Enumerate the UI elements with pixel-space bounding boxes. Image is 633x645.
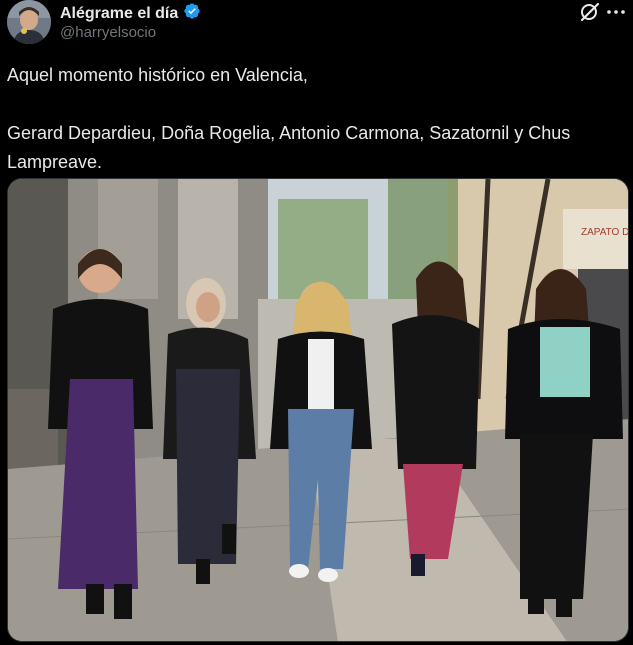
tweet-text: Aquel momento histórico en Valencia, Ger… (7, 61, 619, 177)
author-handle[interactable]: @harryelsocio (60, 24, 156, 41)
author-avatar[interactable] (7, 0, 51, 44)
tweet-text-line-2: Gerard Depardieu, Doña Rogelia, Antonio … (7, 123, 571, 172)
tweet-photo[interactable]: ZAPATO DE (7, 178, 629, 642)
more-icon[interactable] (604, 0, 628, 24)
shop-sign: ZAPATO DE (581, 227, 629, 238)
author-display-name[interactable]: Alégrame el día (60, 5, 178, 23)
tweet-text-line-1: Aquel momento histórico en Valencia, (7, 65, 308, 85)
verified-badge-icon (183, 2, 201, 25)
tweet-header: Alégrame el día @harryelsocio (0, 0, 633, 50)
grok-icon[interactable] (578, 0, 602, 24)
